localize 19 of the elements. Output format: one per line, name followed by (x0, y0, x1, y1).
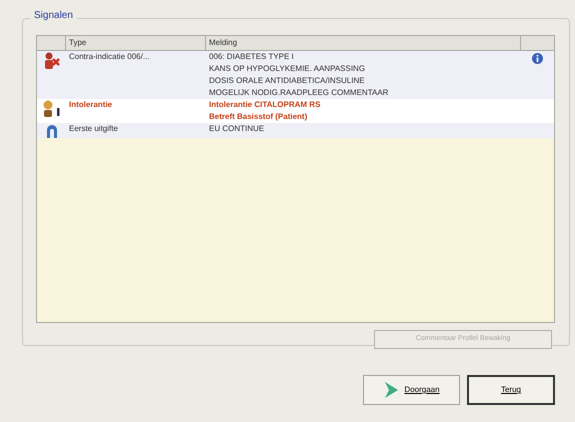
message-line: DOSIS ORALE ANTIDIABETICA/INSULINE (209, 75, 366, 87)
warning-figure-icon (44, 52, 60, 69)
message-line: EU CONTINUE (209, 123, 266, 135)
message-line: MOGELIJK NODIG.RAADPLEEG COMMENTAAR (209, 87, 390, 99)
message-line: KANS OP HYPOGLYKEMIE. AANPASSING (209, 63, 366, 75)
arrow-right-icon (383, 381, 400, 399)
group-title: Signalen (30, 8, 77, 23)
table-cell: Contra-indicatie 006/... (69, 52, 150, 61)
back-button[interactable]: Terug (467, 375, 555, 405)
proceed-button[interactable]: Doorgaan (363, 375, 460, 405)
message-line: 006: DIABETES TYPE I (209, 51, 295, 63)
message-line: Betreft Basisstof (Patient) (209, 111, 308, 123)
column-header[interactable]: Type (66, 36, 206, 50)
column-header[interactable]: Melding (206, 36, 521, 50)
message-line: Intolerantie CITALOPRAM RS (209, 99, 322, 111)
person-exclamation-icon (42, 100, 62, 117)
table-cell: Eerste uitgifte (69, 124, 118, 133)
info-icon[interactable] (532, 53, 543, 64)
table-cell: Intolerantie (69, 100, 112, 109)
